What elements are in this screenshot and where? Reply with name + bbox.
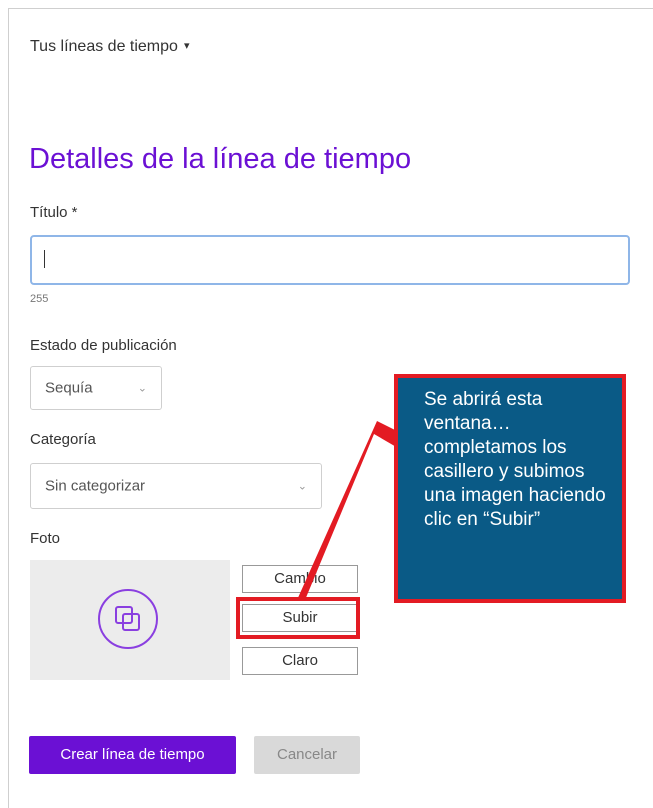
callout-box: Se abrirá esta ventana… completamos los … [394, 374, 626, 603]
callout-text: Se abrirá esta ventana… completamos los … [424, 389, 606, 530]
